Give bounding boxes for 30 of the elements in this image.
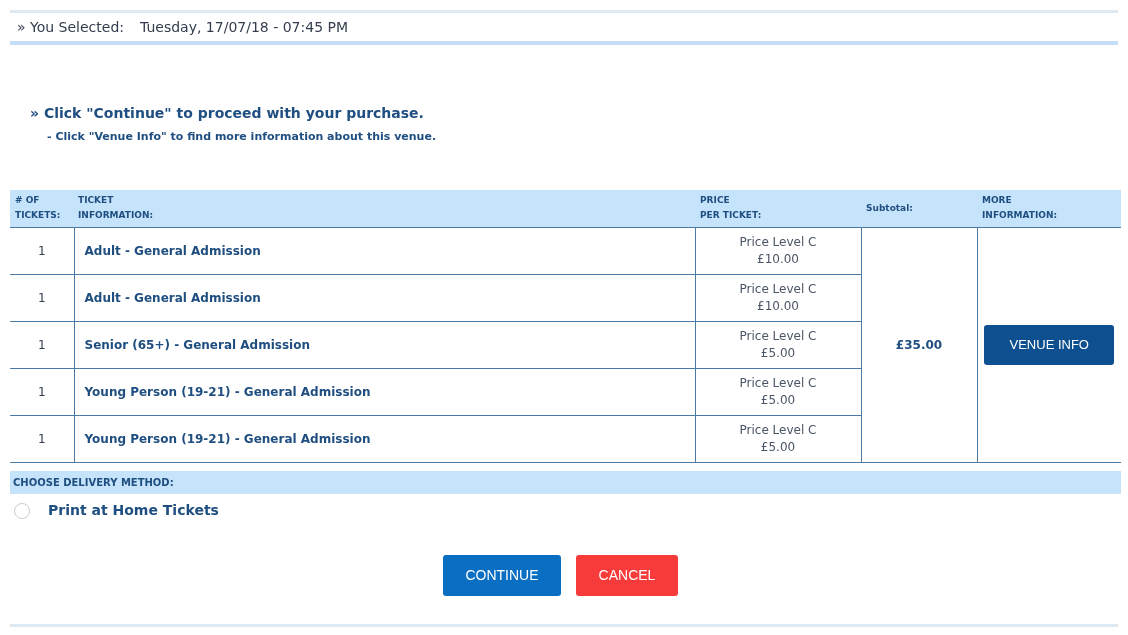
ticket-type: Young Person (19-21) - General Admission bbox=[84, 385, 371, 399]
subtotal-value: £35.00 bbox=[895, 338, 943, 352]
ticket-type: Adult - General Admission bbox=[84, 244, 261, 258]
ticket-count: 1 bbox=[37, 338, 46, 352]
venue-info-button[interactable]: VENUE INFO bbox=[984, 325, 1115, 365]
ticket-price: Price Level C £5.00 bbox=[738, 328, 818, 362]
column-header: Subtotal: bbox=[865, 201, 914, 215]
ticket-price: Price Level C £10.00 bbox=[738, 281, 818, 315]
column-header: TICKET INFORMATION: bbox=[78, 194, 155, 223]
ticket-count: 1 bbox=[37, 385, 46, 399]
ticket-count: 1 bbox=[37, 291, 46, 305]
ticket-price: Price Level C £5.00 bbox=[738, 375, 818, 409]
cancel-button[interactable]: CANCEL bbox=[576, 555, 678, 596]
ticket-count: 1 bbox=[37, 432, 46, 446]
selection-value: Tuesday, 17/07/18 - 07:45 PM bbox=[140, 17, 349, 37]
instruction-subtext: - Click "Venue Info" to find more information about this venue. bbox=[47, 129, 437, 145]
column-header: # OF TICKETS: bbox=[14, 194, 62, 223]
selection-label: » You Selected: bbox=[17, 17, 124, 37]
ticket-type: Senior (65+) - General Admission bbox=[84, 338, 310, 352]
ticket-price: Price Level C £10.00 bbox=[738, 234, 818, 268]
column-header: PRICE PER TICKET: bbox=[699, 194, 763, 223]
ticket-count: 1 bbox=[37, 244, 46, 258]
continue-button[interactable]: CONTINUE bbox=[443, 555, 561, 596]
ticket-type: Young Person (19-21) - General Admission bbox=[84, 432, 371, 446]
column-header: MORE INFORMATION: bbox=[981, 194, 1059, 223]
ticket-type: Adult - General Admission bbox=[84, 291, 261, 305]
delivery-option[interactable]: Print at Home Tickets bbox=[14, 500, 219, 521]
delivery-header: CHOOSE DELIVERY METHOD: bbox=[10, 471, 1121, 494]
instruction-text: » Click "Continue" to proceed with your purchase. bbox=[30, 104, 424, 123]
ticket-price: Price Level C £5.00 bbox=[738, 422, 818, 456]
